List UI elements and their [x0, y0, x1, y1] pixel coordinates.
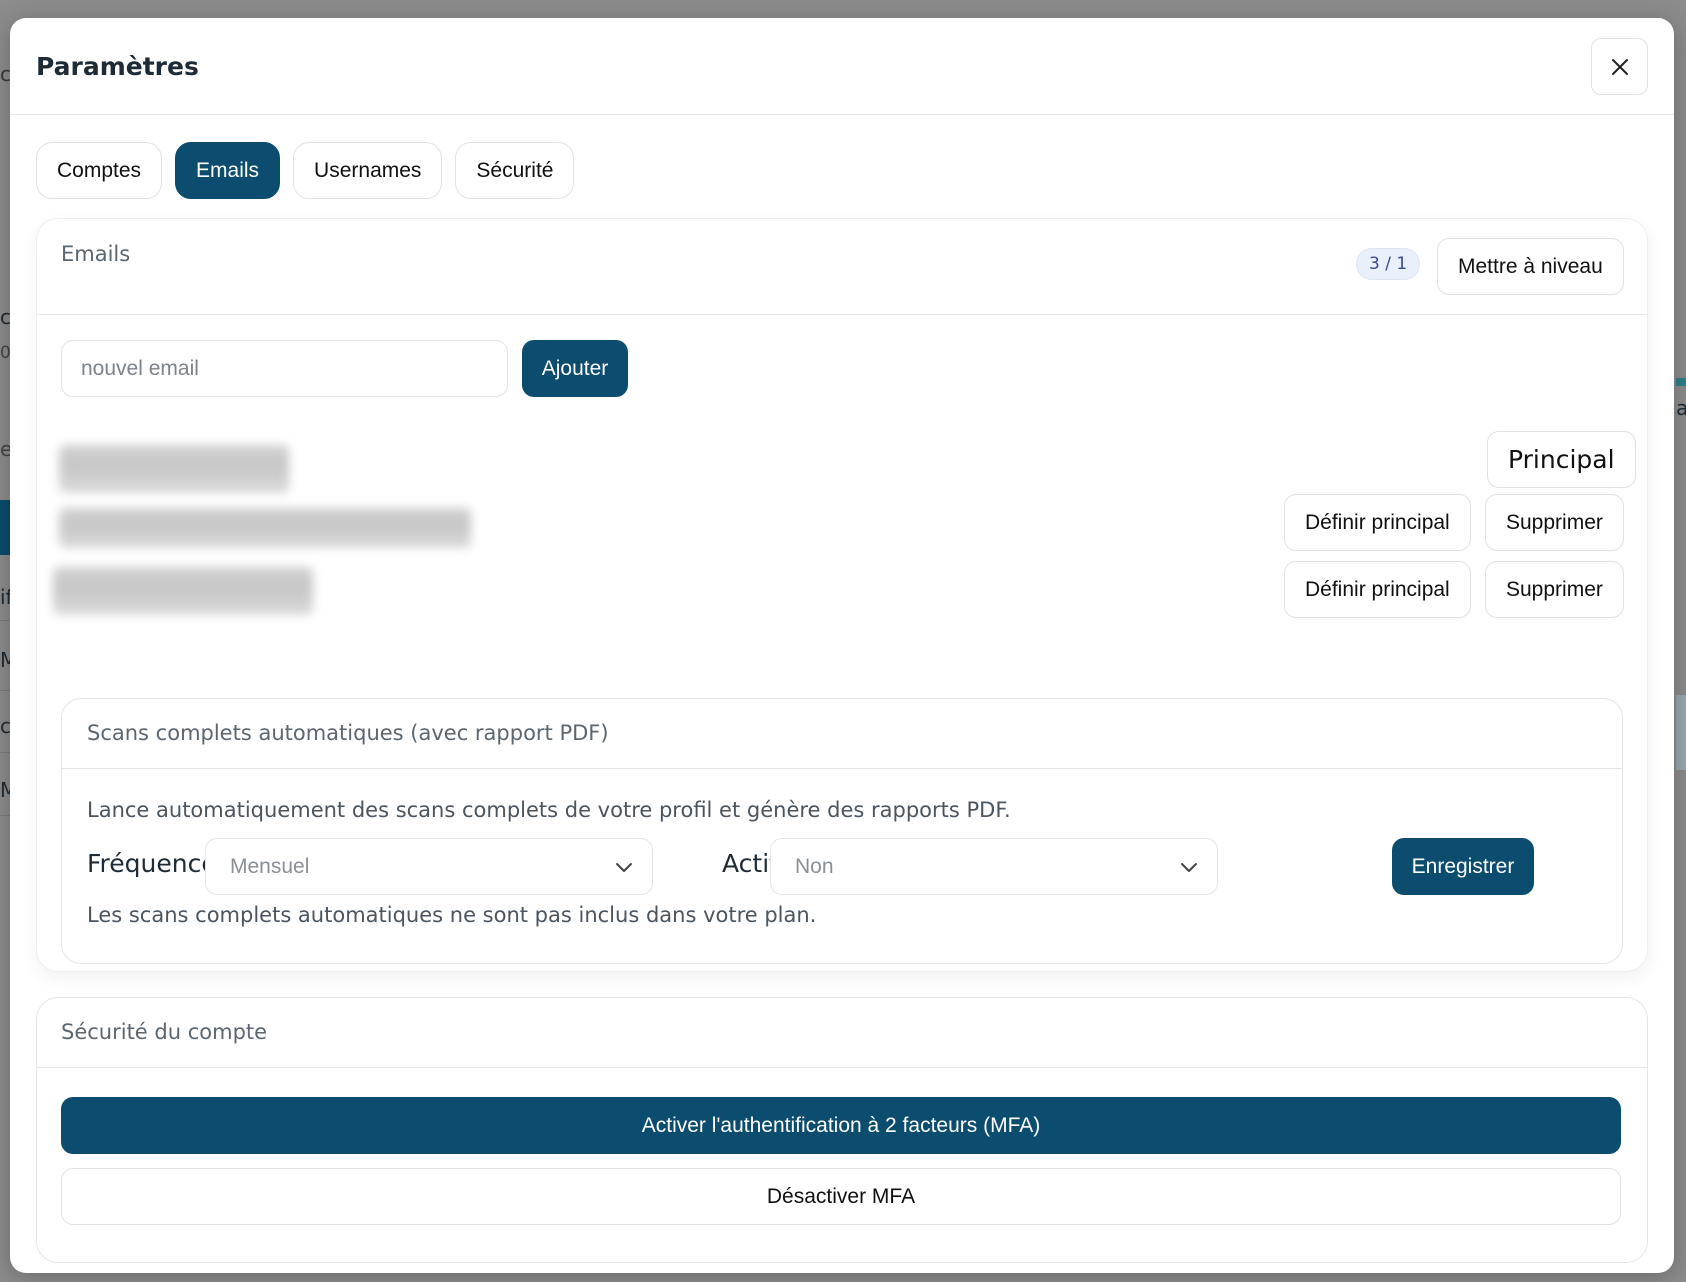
tab-securite[interactable]: Sécurité [455, 142, 575, 199]
primary-email-badge: Principal [1487, 431, 1636, 488]
auto-scans-header: Scans complets automatiques (avec rappor… [62, 699, 1622, 769]
settings-tabs: Comptes Emails Usernames Sécurité [36, 142, 575, 199]
email-address-redacted [59, 445, 289, 493]
email-usage-badge: 3 / 1 [1356, 248, 1421, 280]
set-primary-button[interactable]: Définir principal [1284, 561, 1471, 618]
bg-fragment: al [1676, 396, 1686, 420]
account-security-header: Sécurité du compte [37, 998, 1647, 1068]
auto-scans-description: Lance automatiquement des scans complets… [87, 798, 1011, 822]
modal-header: Paramètres [10, 18, 1674, 115]
modal-title: Paramètres [36, 52, 199, 81]
chevron-down-icon [616, 863, 632, 872]
account-security-title: Sécurité du compte [61, 1020, 268, 1044]
disable-mfa-button[interactable]: Désactiver MFA [61, 1168, 1621, 1225]
upgrade-button[interactable]: Mettre à niveau [1437, 238, 1624, 295]
tab-comptes[interactable]: Comptes [36, 142, 163, 199]
delete-email-button[interactable]: Supprimer [1485, 494, 1624, 551]
settings-modal: Paramètres Comptes Emails Usernames Sécu… [10, 18, 1674, 1273]
frequency-select[interactable]: Mensuel [205, 838, 653, 895]
tab-usernames[interactable]: Usernames [293, 142, 443, 199]
emails-card: Emails 3 / 1 Mettre à niveau Ajouter Pri… [36, 218, 1648, 972]
auto-scans-title: Scans complets automatiques (avec rappor… [87, 721, 609, 745]
frequency-value: Mensuel [230, 854, 310, 878]
account-security-card: Sécurité du compte Activer l'authentific… [36, 997, 1648, 1263]
active-select[interactable]: Non [770, 838, 1218, 895]
save-schedule-button[interactable]: Enregistrer [1392, 838, 1534, 895]
emails-card-title: Emails [61, 242, 131, 266]
bg-divider [0, 690, 10, 691]
chevron-down-icon [1181, 863, 1197, 872]
bg-active-item [0, 500, 10, 555]
new-email-input[interactable] [61, 340, 508, 397]
add-email-button[interactable]: Ajouter [522, 340, 628, 397]
email-address-redacted [53, 567, 313, 615]
close-button[interactable] [1591, 38, 1648, 95]
enable-mfa-button[interactable]: Activer l'authentification à 2 facteurs … [61, 1097, 1621, 1154]
bg-divider [0, 815, 10, 816]
active-value: Non [795, 854, 834, 878]
set-primary-button[interactable]: Définir principal [1284, 494, 1471, 551]
tab-emails[interactable]: Emails [175, 142, 281, 199]
bg-accent-strip [1676, 378, 1686, 386]
frequency-label: Fréquence [87, 849, 217, 878]
email-address-redacted [59, 508, 471, 548]
bg-divider [0, 620, 10, 621]
auto-scans-plan-note: Les scans complets automatiques ne sont … [87, 903, 817, 927]
bg-divider [0, 752, 10, 753]
auto-scans-card: Scans complets automatiques (avec rappor… [61, 698, 1623, 964]
bg-panel [1676, 695, 1686, 770]
close-icon [1611, 58, 1628, 75]
emails-card-header: Emails 3 / 1 Mettre à niveau [37, 219, 1647, 315]
delete-email-button[interactable]: Supprimer [1485, 561, 1624, 618]
